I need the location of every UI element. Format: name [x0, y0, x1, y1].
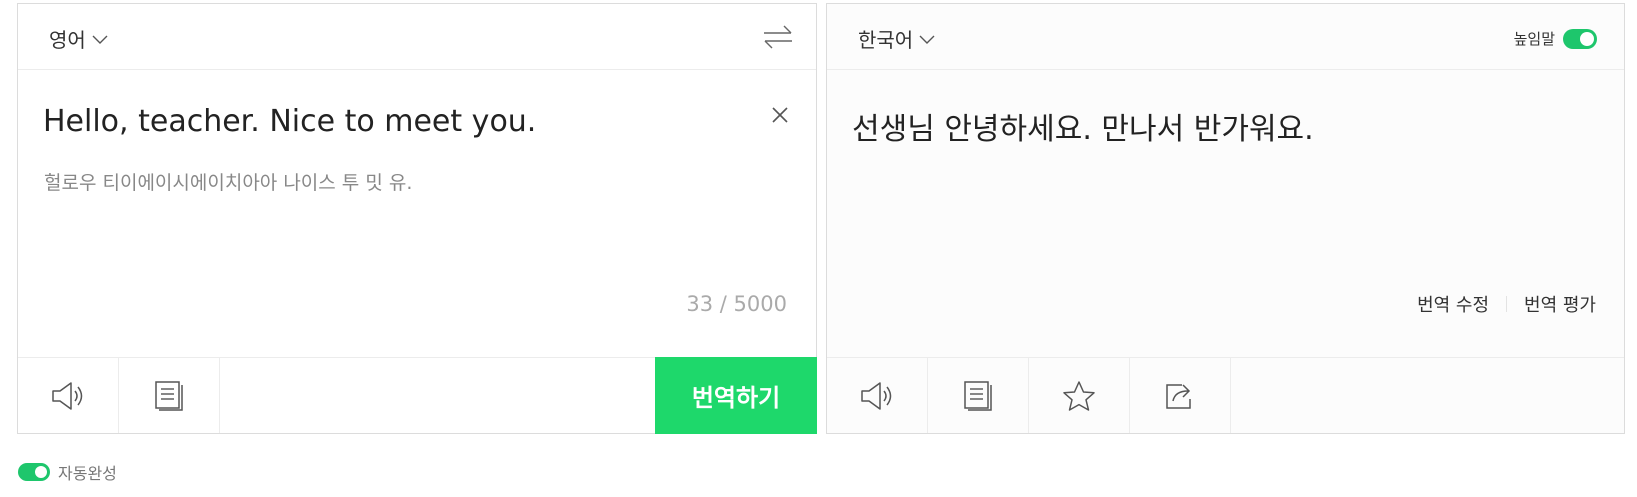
- target-toolbar: [827, 357, 1624, 433]
- close-icon[interactable]: [770, 105, 790, 125]
- target-copy-button[interactable]: [928, 358, 1029, 433]
- target-language-select[interactable]: 한국어: [858, 24, 935, 53]
- toggle-knob: [35, 466, 47, 478]
- divider: [1506, 296, 1508, 312]
- source-panel: 영어 Hello, teacher. Nice to meet you. 헐로우…: [17, 3, 817, 434]
- favorite-button[interactable]: [1029, 358, 1130, 433]
- source-language-label: 영어: [49, 28, 86, 52]
- translate-button[interactable]: 번역하기: [655, 357, 817, 434]
- source-text-input[interactable]: Hello, teacher. Nice to meet you.: [43, 104, 703, 139]
- target-language-label: 한국어: [858, 28, 914, 52]
- swap-icon[interactable]: [762, 24, 794, 50]
- chevron-down-icon: [92, 35, 108, 44]
- target-panel: 한국어 높임말 선생님 안녕하세요. 만나서 반가워요. 번역 수정 번역 평가: [826, 3, 1625, 434]
- speaker-icon: [861, 381, 892, 410]
- edit-translation-link[interactable]: 번역 수정: [1417, 291, 1489, 317]
- translation-actions: 번역 수정 번역 평가: [1417, 291, 1596, 317]
- speaker-icon: [52, 381, 83, 410]
- target-header: 한국어 높임말: [827, 4, 1624, 70]
- translation-output: 선생님 안녕하세요. 만나서 반가워요.: [852, 112, 1314, 147]
- target-listen-button[interactable]: [827, 358, 928, 433]
- autocomplete-toggle-group: 자동완성: [18, 460, 117, 484]
- autocomplete-toggle[interactable]: [18, 463, 50, 481]
- rate-translation-link[interactable]: 번역 평가: [1524, 291, 1596, 317]
- toggle-knob: [1580, 31, 1594, 46]
- autocomplete-label: 자동완성: [58, 464, 117, 483]
- source-language-select[interactable]: 영어: [49, 24, 108, 53]
- source-toolbar: 번역하기: [18, 357, 817, 434]
- share-button[interactable]: [1130, 358, 1231, 433]
- source-header: 영어: [18, 4, 816, 70]
- chevron-down-icon: [919, 35, 935, 44]
- star-icon: [1063, 380, 1095, 411]
- source-copy-button[interactable]: [119, 358, 220, 433]
- honorific-toggle[interactable]: [1563, 28, 1597, 49]
- copy-icon: [155, 380, 183, 411]
- char-count: 33 / 5000: [686, 292, 787, 316]
- share-icon: [1166, 383, 1191, 409]
- honorific-toggle-group: 높임말: [1514, 28, 1597, 49]
- pronunciation-text: 헐로우 티이에이시에이치아아 나이스 투 밋 유.: [44, 172, 413, 194]
- source-listen-button[interactable]: [18, 358, 119, 433]
- copy-icon: [964, 380, 992, 411]
- honorific-label: 높임말: [1513, 30, 1555, 48]
